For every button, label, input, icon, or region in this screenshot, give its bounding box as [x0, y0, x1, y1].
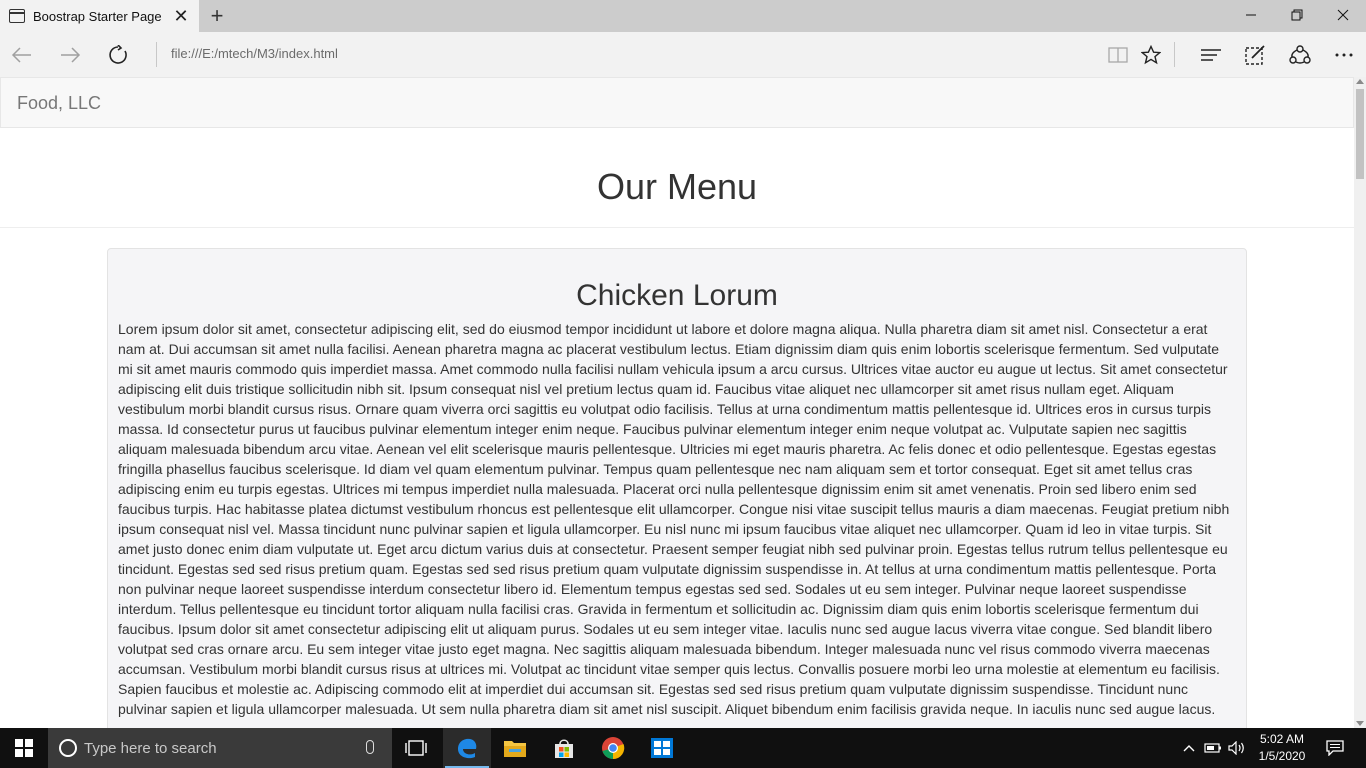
taskbar-file-explorer[interactable] — [491, 728, 539, 768]
ellipsis-icon — [1335, 53, 1353, 56]
address-field[interactable]: file:///E:/mtech/M3/index.html — [171, 46, 338, 61]
restore-icon — [1291, 9, 1303, 21]
battery-icon — [1204, 743, 1221, 753]
back-arrow-icon — [11, 46, 31, 63]
restore-button[interactable] — [1274, 0, 1320, 32]
system-clock[interactable]: 5:02 AM 1/5/2020 — [1250, 731, 1314, 765]
taskbar-store[interactable] — [540, 728, 588, 768]
share-icon — [1289, 44, 1311, 64]
tab-strip: Boostrap Starter Page ✕ + — [0, 0, 1366, 32]
brand-link[interactable]: Food, LLC — [17, 93, 101, 114]
vertical-scrollbar[interactable] — [1354, 77, 1366, 728]
close-icon[interactable]: ✕ — [169, 0, 193, 32]
edge-icon — [458, 738, 477, 759]
menu-section: Chicken Lorum Lorem ipsum dolor sit amet… — [107, 248, 1247, 728]
taskbar-search[interactable]: Type here to search — [48, 728, 392, 768]
folder-icon — [504, 741, 526, 757]
taskbar-chrome[interactable] — [589, 728, 637, 768]
start-button[interactable] — [0, 728, 48, 768]
hub-button[interactable] — [1191, 32, 1231, 77]
show-hidden-icons-button[interactable] — [1178, 728, 1200, 768]
page-viewport: Food, LLC Our Menu Chicken Lorum Lorem i… — [0, 77, 1354, 728]
tab-title: Boostrap Starter Page — [33, 8, 162, 24]
book-icon — [1108, 46, 1128, 63]
windows-logo-icon — [15, 739, 33, 757]
forward-arrow-icon — [61, 46, 81, 63]
web-notes-button[interactable] — [1235, 32, 1275, 77]
notification-icon — [1326, 740, 1344, 756]
taskbar-windows-app[interactable] — [638, 728, 686, 768]
windows-app-icon — [651, 738, 673, 758]
section-body: Lorem ipsum dolor sit amet, consectetur … — [118, 321, 1230, 717]
cortana-icon — [59, 739, 77, 757]
action-center-button[interactable] — [1320, 728, 1350, 768]
speaker-icon — [1228, 741, 1244, 755]
favorite-button[interactable] — [1131, 32, 1171, 77]
toolbar-separator — [1174, 42, 1175, 67]
scroll-thumb[interactable] — [1356, 89, 1364, 179]
task-view-icon — [405, 740, 427, 756]
minimize-icon — [1246, 14, 1256, 16]
pen-icon — [1245, 44, 1265, 65]
page-header: Our Menu — [0, 128, 1354, 228]
microphone-icon[interactable] — [366, 740, 374, 754]
section-title: Chicken Lorum — [576, 279, 778, 312]
url-separator — [156, 42, 157, 67]
search-placeholder: Type here to search — [84, 740, 217, 757]
page-title: Our Menu — [596, 166, 758, 207]
scroll-down-arrow-icon[interactable] — [1356, 721, 1364, 726]
store-icon — [555, 739, 573, 758]
share-button[interactable] — [1280, 32, 1320, 77]
browser-tab[interactable]: Boostrap Starter Page ✕ — [0, 0, 199, 32]
close-window-button[interactable] — [1320, 0, 1366, 32]
chevron-up-icon — [1183, 745, 1195, 752]
forward-button[interactable] — [50, 32, 90, 77]
volume-button[interactable] — [1226, 728, 1248, 768]
back-button[interactable] — [2, 32, 42, 77]
refresh-button[interactable] — [98, 32, 138, 77]
star-icon — [1141, 44, 1161, 64]
battery-button[interactable] — [1202, 728, 1224, 768]
hub-icon — [1201, 48, 1221, 61]
minimize-button[interactable] — [1228, 0, 1274, 32]
plus-icon[interactable]: + — [204, 0, 230, 32]
tab-icon — [9, 9, 25, 23]
taskbar-edge[interactable] — [443, 728, 491, 768]
taskbar: Type here to search 5:02 AM 1/5/2020 — [0, 728, 1366, 768]
chrome-icon — [602, 737, 625, 760]
address-toolbar: file:///E:/mtech/M3/index.html — [0, 32, 1366, 77]
more-button[interactable] — [1324, 32, 1364, 77]
task-view-button[interactable] — [392, 728, 440, 768]
close-window-icon — [1337, 9, 1349, 21]
scroll-up-arrow-icon[interactable] — [1356, 79, 1364, 84]
clock-time: 5:02 AM — [1259, 732, 1305, 746]
refresh-icon — [109, 44, 127, 64]
clock-date: 1/5/2020 — [1258, 749, 1306, 763]
site-navbar: Food, LLC — [0, 77, 1354, 128]
